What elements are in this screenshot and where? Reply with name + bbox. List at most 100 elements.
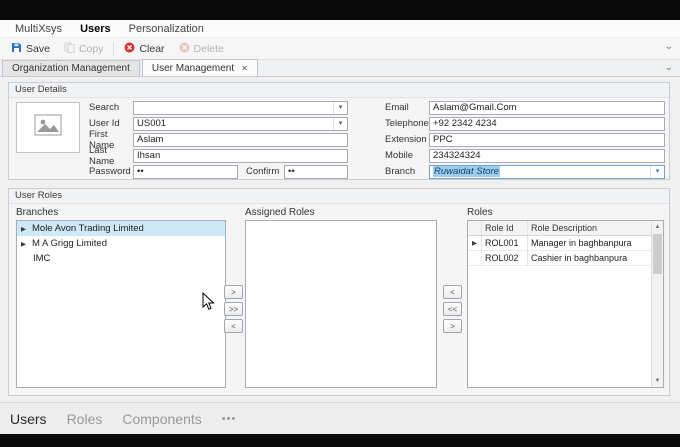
clear-label: Clear [139, 42, 165, 55]
roles-transfer-buttons: < << > [443, 285, 462, 333]
user-details-group-title: User Details [9, 83, 669, 98]
user-photo-placeholder[interactable] [16, 102, 80, 153]
mobile-row: Mobile [385, 148, 665, 163]
user-roles-group: User Roles Branches ▶ Mole Avon Trading … [8, 188, 670, 396]
tab-user-management[interactable]: User Management ✕ [141, 59, 258, 76]
menu-item-users[interactable]: Users [71, 23, 120, 35]
nav-item-roles[interactable]: Roles [67, 411, 103, 427]
extension-label: Extension [385, 134, 427, 145]
scroll-up-icon[interactable]: ▲ [652, 221, 663, 233]
roles-grid-header: Role Id Role Description [468, 221, 651, 236]
copy-button[interactable]: Copy [57, 40, 111, 58]
branch-tree-item[interactable]: IMC [17, 251, 225, 266]
branch-tree-item-label: IMC [33, 253, 51, 264]
copy-label: Copy [78, 42, 104, 55]
password-row: Password Confirm [89, 164, 348, 179]
search-label: Search [89, 102, 120, 113]
move-all-left-button[interactable]: << [443, 302, 462, 316]
mobile-label: Mobile [385, 150, 413, 161]
document-tabstrip: Organization Management User Management … [0, 59, 680, 77]
telephone-label: Telephone [385, 118, 429, 129]
branch-row: Branch Ruwaidat Store ▾ [385, 164, 665, 179]
confirm-label: Confirm [246, 166, 280, 177]
copy-icon [64, 42, 75, 56]
branches-transfer-buttons: > >> < [224, 285, 243, 333]
branches-label: Branches [16, 207, 59, 218]
user-id-value: US001 [137, 118, 167, 129]
menu-item-multixsys[interactable]: MultiXsys [6, 23, 71, 35]
branch-tree-item-label: M A Grigg Limited [32, 238, 107, 249]
branch-combobox[interactable]: Ruwaidat Store ▾ [429, 164, 665, 179]
password-input[interactable] [133, 164, 238, 179]
tab-label: User Management [151, 62, 235, 74]
move-right-button[interactable]: > [443, 319, 462, 333]
user-id-label: User Id [89, 118, 120, 129]
first-name-input[interactable] [133, 132, 348, 147]
user-id-dropdown-icon[interactable]: ▾ [333, 117, 347, 130]
nav-item-users[interactable]: Users [10, 411, 47, 427]
save-button[interactable]: Save [4, 40, 57, 58]
photo-icon [34, 114, 62, 141]
menubar: MultiXsys Users Personalization [0, 20, 680, 38]
search-dropdown-icon[interactable]: ▾ [333, 101, 347, 114]
role-id-column-header[interactable]: Role Id [482, 221, 528, 235]
user-details-group: User Details Search ▾ User Id US001 ▾ Fi… [8, 82, 670, 180]
password-label: Password [89, 166, 131, 177]
main-content: User Details Search ▾ User Id US001 ▾ Fi… [0, 77, 680, 402]
assigned-roles-label: Assigned Roles [245, 207, 315, 218]
expander-icon[interactable]: ▶ [21, 240, 28, 248]
branch-tree-item[interactable]: ▶ Mole Avon Trading Limited [17, 221, 225, 236]
menu-item-personalization[interactable]: Personalization [120, 23, 213, 35]
clear-button[interactable]: Clear [117, 40, 171, 58]
branch-label: Branch [385, 166, 416, 177]
scroll-down-icon[interactable]: ▼ [652, 375, 663, 387]
move-all-right-button[interactable]: >> [224, 302, 243, 316]
roles-grid[interactable]: Role Id Role Description ▶ ROL001 Manage… [467, 220, 664, 388]
tabstrip-overflow-chevron-icon[interactable]: ⌄ [665, 62, 673, 73]
role-description-column-header[interactable]: Role Description [528, 221, 651, 235]
assigned-roles-listbox[interactable] [245, 220, 437, 388]
role-description-cell: Manager in baghbanpura [531, 238, 632, 248]
extension-row: Extension [385, 132, 665, 147]
last-name-row: Last Name [89, 145, 348, 167]
branch-tree-item[interactable]: ▶ M A Grigg Limited [17, 236, 225, 251]
expander-icon[interactable]: ▶ [21, 225, 28, 233]
scrollbar-thumb[interactable] [653, 234, 662, 274]
confirm-password-input[interactable] [284, 164, 348, 179]
toolbar-separator [113, 42, 115, 55]
nav-item-components[interactable]: Components [122, 411, 201, 427]
user-roles-group-title: User Roles [9, 189, 669, 204]
tab-label: Organization Management [12, 63, 130, 74]
delete-icon [179, 42, 190, 56]
clear-icon [124, 42, 135, 56]
roles-grid-scrollbar[interactable]: ▲ ▼ [651, 221, 663, 387]
branch-value: Ruwaidat Store [433, 166, 500, 177]
branch-tree-item-label: Mole Avon Trading Limited [32, 223, 144, 234]
tab-organization-management[interactable]: Organization Management [2, 60, 140, 76]
mobile-input[interactable] [429, 148, 665, 163]
telephone-input[interactable] [429, 116, 665, 131]
extension-input[interactable] [429, 132, 665, 147]
save-icon [11, 42, 22, 56]
move-left-button[interactable]: < [443, 285, 462, 299]
email-row: Email [385, 100, 665, 115]
move-left-button[interactable]: < [224, 319, 243, 333]
branches-listbox[interactable]: ▶ Mole Avon Trading Limited ▶ M A Grigg … [16, 220, 226, 388]
row-selector-icon: ▶ [472, 240, 477, 247]
roles-grid-row[interactable]: ▶ ROL001 Manager in baghbanpura [468, 236, 651, 251]
app-surface: MultiXsys Users Personalization Save Cop… [0, 20, 680, 434]
roles-grid-row[interactable]: ROL002 Cashier in baghbanpura [468, 251, 651, 266]
move-right-button[interactable]: > [224, 285, 243, 299]
tab-close-icon[interactable]: ✕ [241, 64, 248, 73]
search-combobox[interactable]: ▾ [133, 100, 348, 115]
branch-dropdown-icon[interactable]: ▾ [650, 165, 664, 178]
delete-button[interactable]: Delete [172, 40, 231, 58]
bottom-black-bar [0, 434, 680, 447]
delete-label: Delete [193, 42, 224, 55]
telephone-row: Telephone [385, 116, 665, 131]
user-id-combobox[interactable]: US001 ▾ [133, 116, 348, 131]
email-input[interactable] [429, 100, 665, 115]
last-name-input[interactable] [133, 148, 348, 163]
toolbar-overflow-chevron-icon[interactable]: ⌄ [665, 41, 673, 52]
nav-overflow-icon[interactable]: ••• [222, 413, 237, 425]
